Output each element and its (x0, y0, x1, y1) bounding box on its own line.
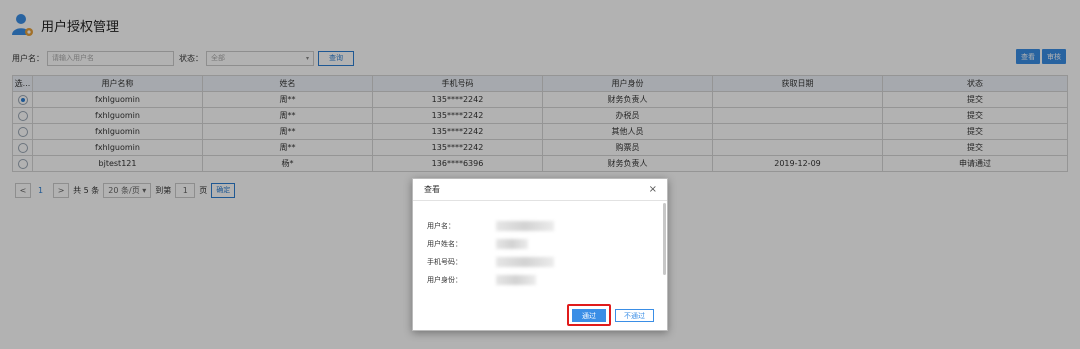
redacted-value (496, 275, 536, 285)
redacted-value (496, 257, 554, 267)
close-icon[interactable]: × (649, 184, 657, 195)
approve-button[interactable]: 通过 (572, 309, 606, 322)
reject-button[interactable]: 不通过 (615, 309, 654, 322)
field-label: 手机号码： (427, 258, 462, 266)
redacted-value (496, 221, 554, 231)
field-label: 用户姓名： (427, 240, 462, 248)
field-label: 用户名： (427, 222, 455, 230)
dialog-title: 查看 (424, 185, 440, 194)
dialog-header: 查看 × (413, 179, 667, 201)
field-phone: 手机号码： (427, 256, 554, 268)
field-role: 用户身份： (427, 274, 536, 286)
dialog-scrollbar[interactable] (663, 203, 666, 275)
field-label: 用户身份： (427, 276, 462, 284)
dialog-body: 用户名： 用户姓名： 手机号码： 用户身份： 通过 不通过 (413, 201, 667, 331)
redacted-value (496, 239, 528, 249)
field-username: 用户名： (427, 220, 554, 232)
view-dialog: 查看 × 用户名： 用户姓名： 手机号码： 用户身份： 通过 不通过 (412, 178, 668, 331)
field-full-name: 用户姓名： (427, 238, 528, 250)
